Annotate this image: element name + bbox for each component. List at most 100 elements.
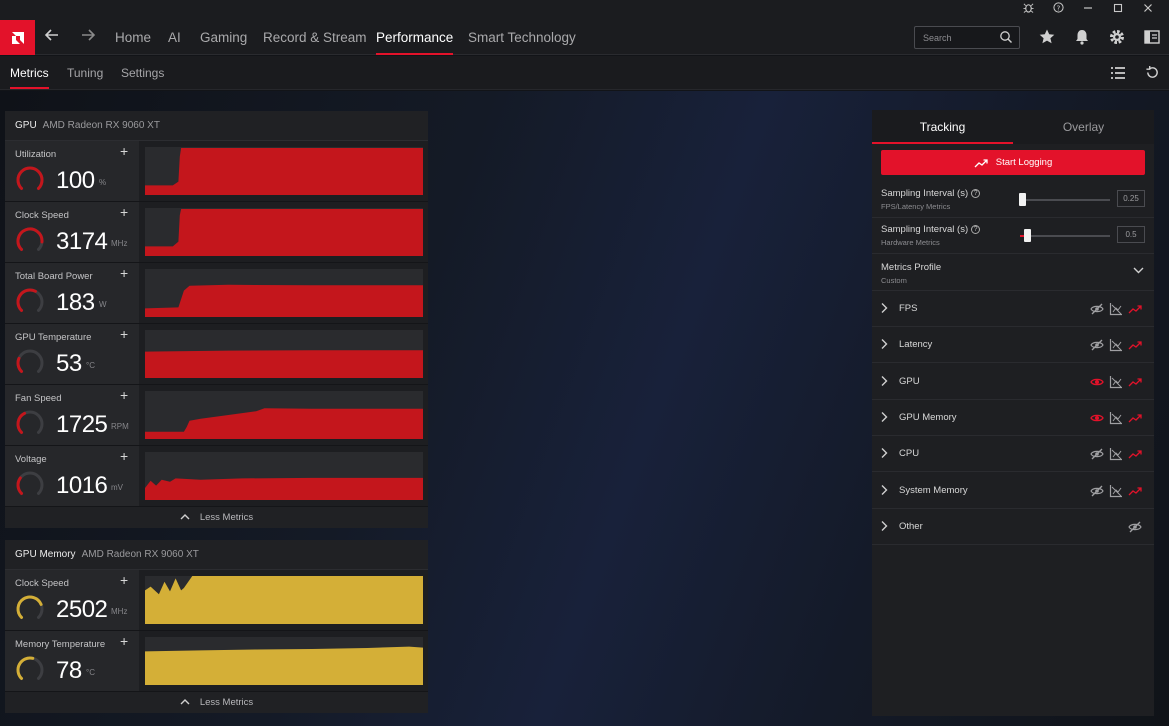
layout-panel-icon[interactable] [1143,28,1163,48]
metric-card[interactable]: Voltage + 1016 mV [5,446,139,506]
chevron-right-icon[interactable] [880,447,888,462]
chart-graph-icon[interactable] [1109,411,1123,425]
add-metric-plus-icon[interactable]: + [120,387,128,403]
metric-unit: RPM [111,422,129,431]
chevron-right-icon[interactable] [880,302,888,317]
metric-card[interactable]: GPU Temperature + 53 °C [5,324,139,384]
settings-gear-icon[interactable] [1108,28,1128,48]
memory-less-metrics-button[interactable]: Less Metrics [5,692,428,713]
logging-trend-icon[interactable] [1128,484,1142,498]
metric-card[interactable]: Clock Speed + 2502 MHz [5,570,139,630]
slider-thumb[interactable] [1023,229,1031,242]
sampling-subtitle: FPS/Latency Metrics [881,202,951,211]
chevron-right-icon[interactable] [880,411,888,426]
amd-logo[interactable] [0,20,35,55]
eye-visible-icon[interactable] [1090,375,1104,389]
add-metric-plus-icon[interactable]: + [120,633,128,649]
nav-tab-gaming[interactable]: Gaming [200,20,247,55]
metric-history-chart [145,330,423,378]
metric-card[interactable]: Utilization + 100 % [5,141,139,201]
logging-trend-icon[interactable] [1128,447,1142,461]
nav-tab-record-stream[interactable]: Record & Stream [263,20,367,55]
reset-icon[interactable] [1145,65,1160,83]
eye-hidden-icon[interactable] [1090,338,1104,352]
metric-card[interactable]: Clock Speed + 3174 MHz [5,202,139,262]
chart-graph-icon[interactable] [1109,338,1123,352]
logging-trend-icon[interactable] [1128,411,1142,425]
help-icon[interactable]: ? [1043,0,1073,20]
metric-history-chart [145,208,423,256]
metric-card[interactable]: Fan Speed + 1725 RPM [5,385,139,445]
start-logging-button[interactable]: Start Logging [881,150,1145,175]
tab-overlay[interactable]: Overlay [1013,110,1154,144]
logging-trend-icon[interactable] [1128,375,1142,389]
chevron-right-icon[interactable] [880,520,888,535]
chevron-right-icon[interactable] [880,484,888,499]
gauge-icon [15,470,45,500]
gpu-less-metrics-button[interactable]: Less Metrics [5,507,428,528]
add-metric-plus-icon[interactable]: + [120,265,128,281]
sampling-slider[interactable] [1019,193,1110,206]
close-icon[interactable] [1133,0,1163,20]
tracking-category-row[interactable]: GPU Memory [872,400,1154,436]
subtab-tuning[interactable]: Tuning [67,56,103,90]
sampling-value-input[interactable]: 0.5 [1117,226,1145,243]
tracking-category-row[interactable]: FPS [872,291,1154,327]
add-metric-plus-icon[interactable]: + [120,326,128,342]
subtab-settings[interactable]: Settings [121,56,164,90]
eye-hidden-icon[interactable] [1090,302,1104,316]
nav-tab-ai[interactable]: AI [168,20,181,55]
help-icon[interactable]: ? [971,225,981,234]
help-icon[interactable]: ? [971,189,981,198]
add-metric-plus-icon[interactable]: + [120,572,128,588]
maximize-icon[interactable] [1103,0,1133,20]
add-metric-plus-icon[interactable]: + [120,143,128,159]
nav-tab-smart-technology[interactable]: Smart Technology [468,20,576,55]
add-metric-plus-icon[interactable]: + [120,204,128,220]
eye-hidden-icon[interactable] [1090,484,1104,498]
chart-graph-icon[interactable] [1109,447,1123,461]
tab-tracking[interactable]: Tracking [872,110,1013,144]
search-icon[interactable] [999,30,1013,47]
sampling-subtitle: Hardware Metrics [881,238,940,247]
add-metric-plus-icon[interactable]: + [120,448,128,464]
metric-card[interactable]: Memory Temperature + 78 °C [5,631,139,691]
chevron-right-icon[interactable] [880,338,888,353]
minimize-icon[interactable] [1073,0,1103,20]
search-input[interactable] [923,29,1001,46]
chevron-down-icon [1133,265,1144,277]
nav-tab-home[interactable]: Home [115,20,151,55]
chevron-right-icon[interactable] [880,375,888,390]
sampling-value-input[interactable]: 0.25 [1117,190,1145,207]
favorites-star-icon[interactable] [1038,28,1058,48]
chart-graph-icon[interactable] [1109,375,1123,389]
metric-label: Clock Speed [15,578,69,589]
forward-arrow-icon[interactable] [78,27,98,47]
bug-report-icon[interactable] [1013,0,1043,20]
notifications-bell-icon[interactable] [1073,28,1093,48]
nav-tab-performance[interactable]: Performance [376,20,454,55]
chart-graph-icon[interactable] [1109,484,1123,498]
metric-value: 183 [56,289,95,316]
subtab-metrics[interactable]: Metrics [10,56,49,90]
tracking-category-row[interactable]: Latency [872,327,1154,364]
sampling-slider[interactable] [1020,229,1110,242]
metrics-profile-dropdown[interactable]: Metrics Profile Custom [872,255,1154,291]
list-view-icon[interactable] [1110,65,1126,84]
tracking-category-label: GPU [899,375,920,387]
tracking-category-row[interactable]: System Memory [872,473,1154,509]
eye-hidden-icon[interactable] [1128,520,1142,534]
tracking-category-row[interactable]: GPU [872,364,1154,400]
logging-trend-icon[interactable] [1128,302,1142,316]
tracking-category-row[interactable]: Other [872,509,1154,545]
tracking-category-row[interactable]: CPU [872,436,1154,473]
back-arrow-icon[interactable] [42,27,62,47]
chart-graph-icon[interactable] [1109,302,1123,316]
logging-trend-icon[interactable] [1128,338,1142,352]
eye-hidden-icon[interactable] [1090,447,1104,461]
slider-thumb[interactable] [1019,193,1026,206]
eye-visible-icon[interactable] [1090,411,1104,425]
metric-card[interactable]: Total Board Power + 183 W [5,263,139,323]
metric-label: Fan Speed [15,393,62,404]
metric-row: Clock Speed + 2502 MHz [5,570,428,631]
